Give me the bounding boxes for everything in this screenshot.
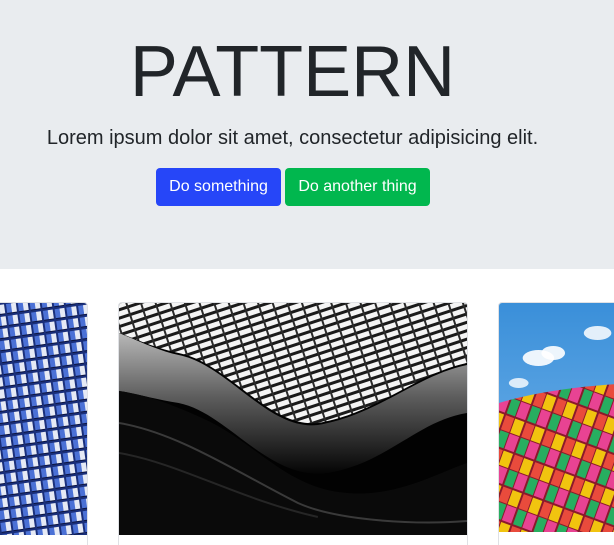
colorful-tiled-facade-photo: [499, 303, 614, 532]
image-card[interactable]: [0, 302, 88, 545]
do-another-thing-button[interactable]: Do another thing: [285, 168, 430, 206]
image-card[interactable]: [498, 302, 614, 545]
hero-jumbotron: PATTERN Lorem ipsum dolor sit amet, cons…: [0, 0, 614, 269]
image-card[interactable]: [118, 302, 468, 545]
do-something-button[interactable]: Do something: [156, 168, 281, 206]
hero-title: PATTERN: [129, 32, 456, 112]
hero-lead-text: Lorem ipsum dolor sit amet, consectetur …: [46, 127, 539, 149]
image-card-carousel: [0, 269, 614, 545]
wave-architecture-photo: [119, 303, 467, 535]
blue-glass-building-photo: [0, 303, 87, 535]
